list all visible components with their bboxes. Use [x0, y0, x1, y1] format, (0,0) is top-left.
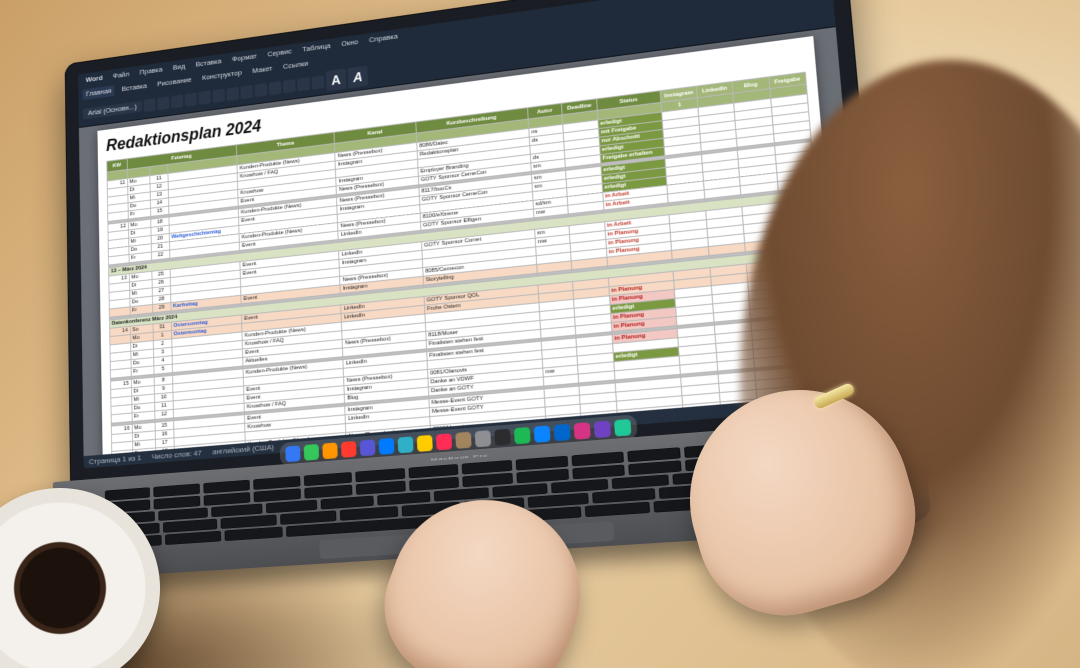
dock-app-icon[interactable]: [398, 436, 414, 453]
dock-app-icon[interactable]: [554, 424, 571, 441]
dock-app-icon[interactable]: [455, 432, 471, 449]
keyboard-key[interactable]: [154, 496, 200, 510]
status-lang: английский (США): [212, 443, 274, 457]
dock-app-icon[interactable]: [285, 445, 300, 462]
styles-gallery-icon-2[interactable]: A: [347, 66, 368, 89]
numbering-icon[interactable]: [240, 85, 253, 99]
keyboard-key[interactable]: [165, 531, 222, 545]
keyboard-key[interactable]: [585, 502, 650, 517]
align-left-icon[interactable]: [283, 79, 296, 93]
dock-app-icon[interactable]: [322, 442, 338, 459]
dock-app-icon[interactable]: [614, 419, 631, 437]
dock-app-icon[interactable]: [574, 422, 591, 440]
laptop-brand: MacBook Pro: [431, 453, 489, 462]
status-page: Страница 1 из 1: [89, 453, 141, 466]
bold-icon[interactable]: [144, 98, 156, 112]
align-center-icon[interactable]: [297, 77, 310, 91]
status-words: Число слов: 47: [152, 449, 202, 462]
dock-app-icon[interactable]: [304, 444, 319, 461]
dock-app-icon[interactable]: [379, 438, 395, 455]
indent-inc-icon[interactable]: [269, 81, 282, 95]
underline-icon[interactable]: [171, 94, 183, 108]
dock-app-icon[interactable]: [436, 433, 452, 450]
dock-app-icon[interactable]: [475, 430, 491, 447]
dock-app-icon[interactable]: [360, 439, 376, 456]
dock-app-icon[interactable]: [534, 425, 551, 442]
bullets-icon[interactable]: [226, 87, 239, 101]
dock-app-icon[interactable]: [594, 421, 611, 439]
font-color-icon[interactable]: [212, 89, 225, 103]
styles-gallery-icon[interactable]: A: [326, 69, 347, 92]
dock-app-icon[interactable]: [417, 435, 433, 452]
scene-photo: WordФайлПравкаВидВставкаФорматСервисТабл…: [0, 0, 1080, 668]
highlight-icon[interactable]: [199, 91, 211, 105]
align-right-icon[interactable]: [311, 75, 324, 89]
dock-app-icon[interactable]: [341, 441, 357, 458]
strike-icon[interactable]: [185, 93, 197, 107]
font-selector[interactable]: Arial (Основн...): [83, 101, 142, 120]
dock-app-icon[interactable]: [494, 429, 511, 446]
dock-app-icon[interactable]: [514, 427, 531, 444]
indent-dec-icon[interactable]: [254, 83, 267, 97]
italic-icon[interactable]: [157, 96, 169, 110]
menu-item[interactable]: Вид: [169, 61, 189, 74]
keyboard-key[interactable]: [225, 527, 283, 541]
